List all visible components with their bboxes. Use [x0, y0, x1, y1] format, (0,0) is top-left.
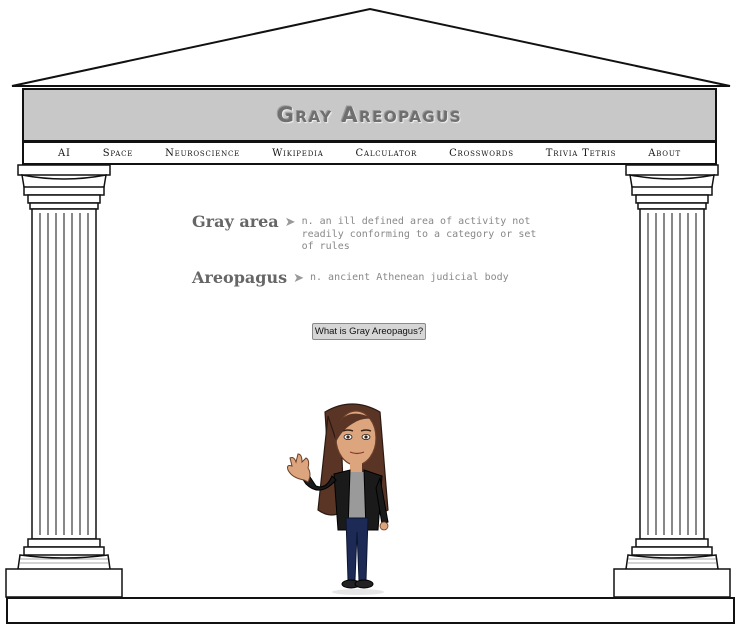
- right-column-illustration: [613, 164, 731, 598]
- definitions-block: Gray area ➤ n. an ill defined area of ac…: [192, 212, 555, 301]
- site-banner: Gray Areopagus: [22, 88, 717, 142]
- nav-link-trivia-tetris[interactable]: Trivia Tetris: [546, 148, 616, 159]
- definition-text: n. ancient Athenean judicial body: [309, 271, 509, 283]
- arrow-icon: ➤: [284, 214, 296, 229]
- definition-areopagus: Areopagus ➤ n. ancient Athenean judicial…: [192, 268, 555, 287]
- nav-link-crosswords[interactable]: Crosswords: [449, 148, 514, 159]
- temple-pediment: [11, 7, 731, 87]
- definition-text: n. an ill defined area of activity not r…: [301, 216, 537, 252]
- nav-link-neuroscience[interactable]: Neuroscience: [165, 148, 240, 159]
- temple-base: [6, 597, 735, 624]
- nav-link-calculator[interactable]: Calculator: [356, 148, 418, 159]
- main-nav: AI Space Neuroscience Wikipedia Calculat…: [22, 141, 717, 165]
- what-is-gray-areopagus-button[interactable]: What is Gray Areopagus?: [312, 323, 426, 340]
- nav-link-about[interactable]: About: [648, 148, 681, 159]
- site-title: Gray Areopagus: [276, 103, 463, 127]
- definition-term: Areopagus: [192, 267, 288, 287]
- definition-gray-area: Gray area ➤ n. an ill defined area of ac…: [192, 212, 555, 254]
- arrow-icon: ➤: [293, 269, 304, 285]
- waving-avatar-illustration: [287, 403, 389, 595]
- definition-term: Gray area: [192, 212, 279, 231]
- nav-link-space[interactable]: Space: [103, 148, 133, 159]
- left-column-illustration: [5, 164, 123, 598]
- nav-link-wikipedia[interactable]: Wikipedia: [272, 148, 324, 159]
- nav-link-ai[interactable]: AI: [58, 148, 71, 159]
